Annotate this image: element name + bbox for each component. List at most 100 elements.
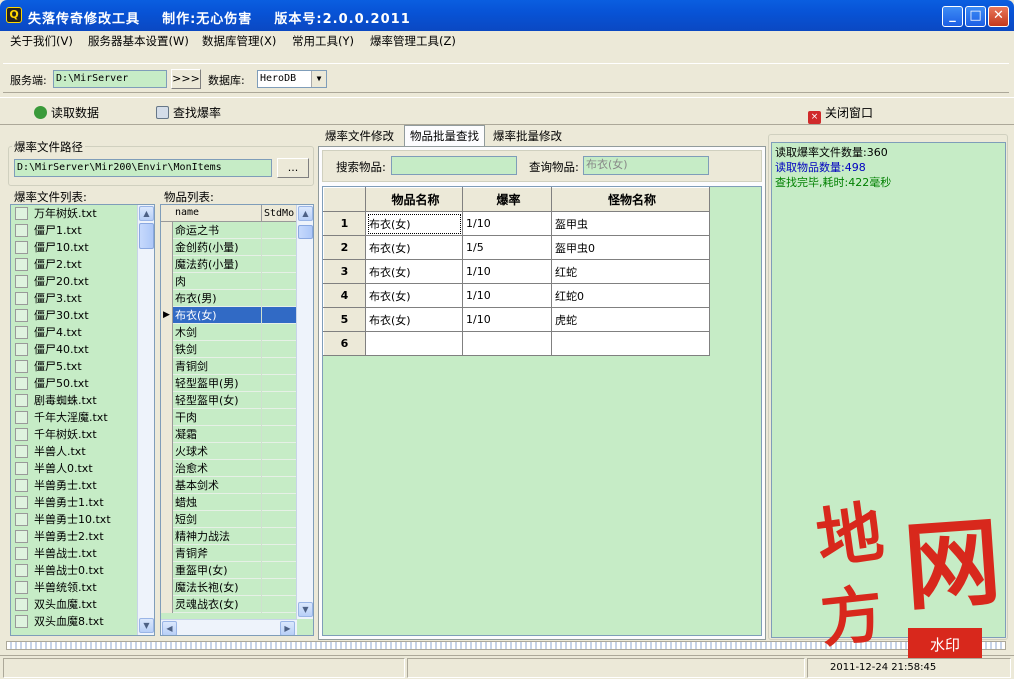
row-indicator[interactable] xyxy=(161,273,173,290)
item-list-row[interactable]: 灵魂战衣(女) xyxy=(161,596,297,613)
item-list-row[interactable]: 布衣(男) xyxy=(161,290,297,307)
item-list-row[interactable]: 轻型盔甲(女) xyxy=(161,392,297,409)
monster-name-cell[interactable]: 虎蛇 xyxy=(551,307,710,332)
item-list-row[interactable]: 蜡烛 xyxy=(161,494,297,511)
read-data-button[interactable]: 读取数据 xyxy=(34,104,99,121)
file-list-item[interactable]: 半兽勇士10.txt xyxy=(11,511,154,528)
item-list-row[interactable]: 命运之书 xyxy=(161,222,297,239)
search-item-input[interactable] xyxy=(391,156,517,175)
table-row[interactable]: 1 布衣(女) 1/10 盔甲虫 xyxy=(323,211,710,236)
file-list-item[interactable]: 僵尸10.txt xyxy=(11,239,154,256)
row-indicator[interactable] xyxy=(161,477,173,494)
item-list-row[interactable]: 基本剑术 xyxy=(161,477,297,494)
checkbox[interactable] xyxy=(15,241,28,254)
scroll-up-icon[interactable]: ▲ xyxy=(298,206,313,221)
item-list-row[interactable]: 轻型盔甲(男) xyxy=(161,375,297,392)
droprate-cell[interactable]: 1/10 xyxy=(462,307,552,332)
monster-name-cell[interactable]: 盔甲虫 xyxy=(551,211,710,236)
checkbox[interactable] xyxy=(15,343,28,356)
row-indicator[interactable] xyxy=(161,579,173,596)
row-indicator[interactable] xyxy=(161,511,173,528)
row-indicator[interactable] xyxy=(161,290,173,307)
row-indicator[interactable] xyxy=(161,375,173,392)
row-indicator[interactable] xyxy=(161,443,173,460)
file-list-item[interactable]: 半兽人0.txt xyxy=(11,460,154,477)
checkbox[interactable] xyxy=(15,530,28,543)
menu-about[interactable]: 关于我们(V) xyxy=(10,33,73,49)
row-indicator[interactable] xyxy=(161,596,173,613)
file-list-item[interactable]: 千年树妖.txt xyxy=(11,426,154,443)
checkbox[interactable] xyxy=(15,326,28,339)
row-indicator[interactable] xyxy=(161,426,173,443)
file-list-item[interactable]: 僵尸50.txt xyxy=(11,375,154,392)
row-indicator[interactable] xyxy=(161,494,173,511)
item-list-row[interactable]: ▶ 布衣(女) xyxy=(161,307,297,324)
row-indicator[interactable] xyxy=(161,239,173,256)
file-list-item[interactable]: 僵尸40.txt xyxy=(11,341,154,358)
droprate-cell[interactable] xyxy=(462,331,552,356)
checkbox[interactable] xyxy=(15,224,28,237)
droprate-cell[interactable]: 1/10 xyxy=(462,259,552,284)
row-indicator[interactable] xyxy=(161,528,173,545)
scroll-left-icon[interactable]: ◀ xyxy=(162,621,177,635)
file-list-item[interactable]: 千年大淫魔.txt xyxy=(11,409,154,426)
checkbox[interactable] xyxy=(15,258,28,271)
file-list-item[interactable]: 双头血魔8.txt xyxy=(11,613,154,630)
file-list-item[interactable]: 僵尸4.txt xyxy=(11,324,154,341)
file-list-item[interactable]: 半兽统领.txt xyxy=(11,579,154,596)
tab-item-batch-search[interactable]: 物品批量查找 xyxy=(404,125,485,147)
menu-database[interactable]: 数据库管理(X) xyxy=(202,33,276,49)
browse-path-button[interactable]: ... xyxy=(277,158,309,178)
column-header-droprate[interactable]: 爆率 xyxy=(462,187,552,212)
checkbox[interactable] xyxy=(15,598,28,611)
file-list-scrollbar[interactable]: ▲ ▼ xyxy=(137,205,154,635)
column-header-stdmode[interactable]: StdMo xyxy=(261,205,294,222)
row-indicator[interactable] xyxy=(161,545,173,562)
checkbox[interactable] xyxy=(15,445,28,458)
find-droprate-button[interactable]: 查找爆率 xyxy=(156,104,221,121)
item-list-row[interactable]: 重盔甲(女) xyxy=(161,562,297,579)
checkbox[interactable] xyxy=(15,292,28,305)
scroll-right-icon[interactable]: ▶ xyxy=(280,621,295,635)
item-name-cell[interactable]: 布衣(女) xyxy=(365,259,463,284)
row-indicator[interactable] xyxy=(161,324,173,341)
droprate-cell[interactable]: 1/10 xyxy=(462,283,552,308)
item-list-row[interactable]: 木剑 xyxy=(161,324,297,341)
file-list-item[interactable]: 僵尸5.txt xyxy=(11,358,154,375)
row-indicator[interactable] xyxy=(161,392,173,409)
query-item-input[interactable]: 布衣(女) xyxy=(583,156,709,175)
scroll-thumb[interactable] xyxy=(298,225,313,239)
column-header-name[interactable]: name xyxy=(175,207,199,218)
item-list-row[interactable]: 铁剑 xyxy=(161,341,297,358)
item-list-row[interactable]: 火球术 xyxy=(161,443,297,460)
file-list-item[interactable]: 僵尸20.txt xyxy=(11,273,154,290)
checkbox[interactable] xyxy=(15,496,28,509)
item-list-row[interactable]: 精神力战法 xyxy=(161,528,297,545)
checkbox[interactable] xyxy=(15,207,28,220)
item-list-vscrollbar[interactable]: ▲ ▼ xyxy=(296,205,313,619)
server-path-input[interactable]: D:\MirServer xyxy=(53,70,167,88)
file-list-item[interactable]: 僵尸2.txt xyxy=(11,256,154,273)
checkbox[interactable] xyxy=(15,394,28,407)
row-indicator[interactable] xyxy=(161,409,173,426)
monster-name-cell[interactable] xyxy=(551,331,710,356)
item-name-cell[interactable]: 布衣(女) xyxy=(365,307,463,332)
item-name-cell[interactable]: 布衣(女) xyxy=(365,211,463,236)
item-list-row[interactable]: 治愈术 xyxy=(161,460,297,477)
item-list-row[interactable]: 短剑 xyxy=(161,511,297,528)
item-list-row[interactable]: 青铜斧 xyxy=(161,545,297,562)
file-list-item[interactable]: 万年树妖.txt xyxy=(11,205,154,222)
table-row[interactable]: 5 布衣(女) 1/10 虎蛇 xyxy=(323,307,710,332)
file-list-item[interactable]: 剧毒蜘蛛.txt xyxy=(11,392,154,409)
menu-server-settings[interactable]: 服务器基本设置(W) xyxy=(88,33,189,49)
tab-droprate-batch-edit[interactable]: 爆率批量修改 xyxy=(488,127,567,146)
droprate-file-list[interactable]: 万年树妖.txt 僵尸1.txt 僵尸10.txt 僵尸2.txt 僵尸20.txt 僵尸… xyxy=(10,204,155,636)
checkbox[interactable] xyxy=(15,479,28,492)
item-list-row[interactable]: 金创药(小量) xyxy=(161,239,297,256)
file-list-item[interactable]: 半兽人.txt xyxy=(11,443,154,460)
monster-name-cell[interactable]: 红蛇 xyxy=(551,259,710,284)
row-indicator[interactable] xyxy=(161,358,173,375)
chevron-down-icon[interactable]: ▼ xyxy=(311,71,326,87)
results-grid[interactable]: 物品名称 爆率 怪物名称 1 布衣(女) 1/10 盔甲虫 2 布衣(女) 1/5 盔甲虫0 3… xyxy=(322,186,762,636)
checkbox[interactable] xyxy=(15,309,28,322)
